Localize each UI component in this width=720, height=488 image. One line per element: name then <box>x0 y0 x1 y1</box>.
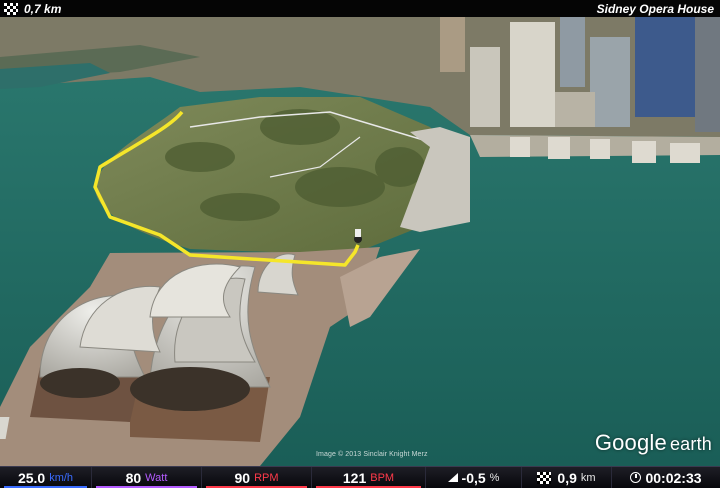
heart-rate-stat: 121 BPM <box>312 467 426 488</box>
incline-icon <box>447 473 458 482</box>
speed-stat: 25.0 km/h <box>0 467 92 488</box>
power-unit: Watt <box>145 471 168 484</box>
heart-rate-unit: BPM <box>370 471 395 484</box>
grade-stat: -0,5 % <box>426 467 522 488</box>
power-stat: 80 Watt <box>92 467 202 488</box>
stats-bar: 25.0 km/h 80 Watt 90 RPM 121 BPM -0,5 % … <box>0 466 720 488</box>
distance-value: 0,9 <box>557 469 577 486</box>
grade-unit: % <box>489 471 500 484</box>
google-earth-logo: Google earth <box>595 430 712 456</box>
logo-earth-text: earth <box>669 434 712 454</box>
distance-stat: 0,9 km <box>522 467 612 488</box>
flag-icon <box>537 471 552 484</box>
power-value: 80 <box>125 469 142 486</box>
grade-value: -0,5 <box>461 469 486 486</box>
map-copyright: Image © 2013 Sinclair Knight Merz <box>316 451 428 458</box>
speed-value: 25.0 <box>17 469 46 486</box>
cadence-unit: RPM <box>254 471 279 484</box>
distance-label: 0,7 km <box>24 1 62 16</box>
cadence-value: 90 <box>234 469 251 486</box>
time-value: 00:02:33 <box>645 469 702 486</box>
time-stat: 00:02:33 <box>612 467 720 488</box>
top-bar: 0,7 km Sidney Opera House <box>0 0 720 17</box>
cadence-stat: 90 RPM <box>202 467 312 488</box>
speed-unit: km/h <box>49 471 74 484</box>
map-view[interactable]: Image © 2013 Sinclair Knight Merz Google… <box>0 17 720 466</box>
checkered-flag-icon <box>4 2 18 15</box>
distance-unit: km <box>580 471 596 484</box>
rider-marker-icon <box>354 229 362 243</box>
logo-google-text: Google <box>594 430 667 455</box>
heart-rate-value: 121 <box>342 469 367 486</box>
location-title: Sidney Opera House <box>596 1 714 16</box>
aerial-map <box>0 17 720 466</box>
clock-icon <box>630 472 642 483</box>
